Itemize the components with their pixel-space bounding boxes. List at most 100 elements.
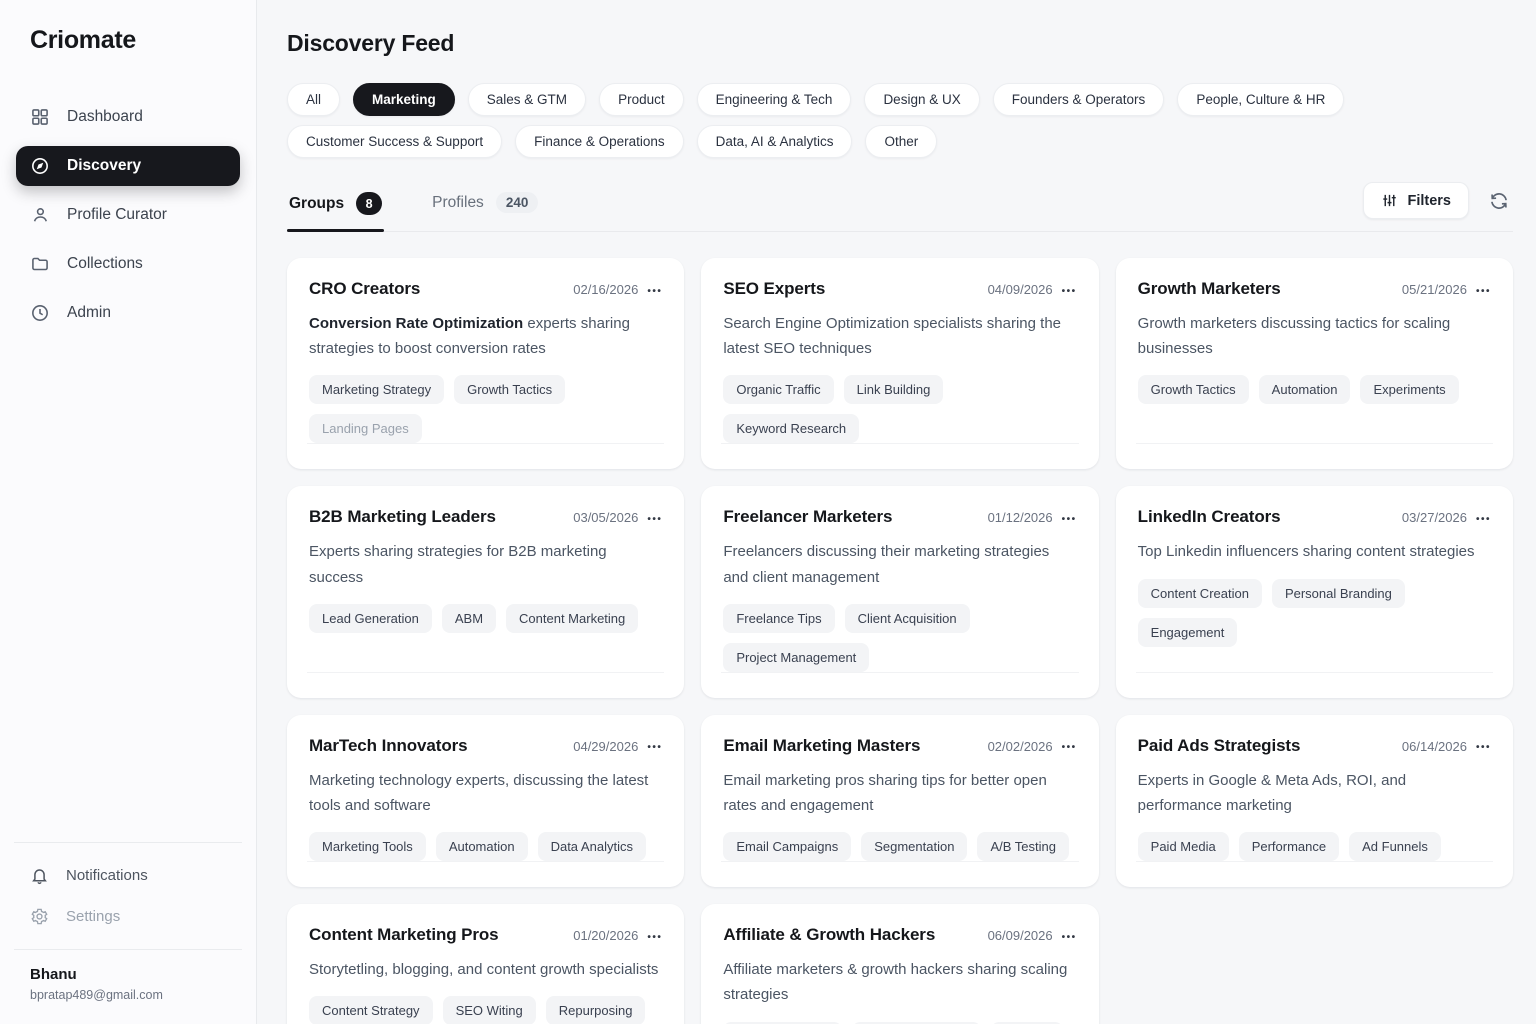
tag: Marketing Strategy	[309, 375, 444, 404]
tag: ABM	[442, 604, 496, 633]
sidebar-item-notifications[interactable]: Notifications	[16, 857, 240, 894]
filters-button[interactable]: Filters	[1363, 182, 1469, 219]
tag: Client Acquisition	[845, 604, 970, 633]
sidebar-item-collections[interactable]: Collections	[16, 244, 240, 284]
group-date: 02/02/2026	[988, 739, 1053, 754]
card-header: LinkedIn Creators 03/27/2026	[1138, 507, 1491, 527]
tag-list: Paid Media Performance Ad Funnels	[1138, 832, 1491, 861]
group-card[interactable]: LinkedIn Creators 03/27/2026 Top Linkedi…	[1116, 486, 1513, 697]
ellipsis-menu-icon[interactable]	[1062, 510, 1077, 526]
group-card[interactable]: Growth Marketers 05/21/2026 Growth marke…	[1116, 258, 1513, 469]
category-pill-people-culture-hr[interactable]: People, Culture & HR	[1177, 83, 1344, 116]
group-card[interactable]: Freelancer Marketers 01/12/2026 Freelanc…	[701, 486, 1098, 697]
tag-list: Lead Generation ABM Content Marketing	[309, 604, 662, 633]
tag: Freelance Tips	[723, 604, 834, 633]
category-pill-data-ai-analytics[interactable]: Data, AI & Analytics	[697, 125, 853, 158]
tag-list: Content Strategy SEO Witing Repurposing	[309, 996, 662, 1024]
category-pill-engineering-tech[interactable]: Engineering & Tech	[697, 83, 852, 116]
group-description: Storytetling, blogging, and content grow…	[309, 957, 662, 982]
category-pill-marketing[interactable]: Marketing	[353, 83, 455, 116]
group-card[interactable]: SEO Experts 04/09/2026 Search Engine Opt…	[701, 258, 1098, 469]
group-description: Marketing technology experts, discussing…	[309, 768, 662, 818]
category-filter-bar: All Marketing Sales & GTM Product Engine…	[287, 83, 1513, 158]
sidebar-item-label: Dashboard	[67, 108, 143, 126]
ellipsis-menu-icon[interactable]	[1476, 738, 1491, 754]
ellipsis-menu-icon[interactable]	[647, 738, 662, 754]
category-pill-customer-success[interactable]: Customer Success & Support	[287, 125, 502, 158]
sidebar-item-label: Discovery	[67, 157, 141, 175]
folder-icon	[30, 254, 50, 274]
tag: Data Analytics	[538, 832, 646, 861]
ellipsis-menu-icon[interactable]	[1062, 928, 1077, 944]
tag: Content Marketing	[506, 604, 638, 633]
group-card[interactable]: Affiliate & Growth Hackers 06/09/2026 Af…	[701, 904, 1098, 1024]
tag-list: Email Campaigns Segmentation A/B Testing	[723, 832, 1076, 861]
groups-grid: CRO Creators 02/16/2026 Conversion Rate …	[287, 258, 1513, 1024]
tab-profiles[interactable]: Profiles 240	[430, 186, 540, 229]
category-pill-other[interactable]: Other	[865, 125, 937, 158]
ellipsis-menu-icon[interactable]	[1062, 282, 1077, 298]
card-header: MarTech Innovators 04/29/2026	[309, 736, 662, 756]
tag-list: Freelance Tips Client Acquisition Projec…	[723, 604, 1076, 672]
group-date: 05/21/2026	[1402, 282, 1467, 297]
group-title: CRO Creators	[309, 279, 420, 299]
sliders-icon	[1381, 192, 1398, 209]
card-footer-divider	[307, 861, 664, 887]
tag-list: Growth Tactics Automation Experiments	[1138, 375, 1491, 404]
tag: Experiments	[1360, 375, 1458, 404]
bell-icon	[30, 866, 49, 885]
tag: Keyword Research	[723, 414, 859, 443]
sidebar-item-dashboard[interactable]: Dashboard	[16, 97, 240, 137]
group-title: B2B Marketing Leaders	[309, 507, 496, 527]
group-card[interactable]: CRO Creators 02/16/2026 Conversion Rate …	[287, 258, 684, 469]
group-description: Experts sharing strategies for B2B marke…	[309, 539, 662, 589]
group-date: 06/14/2026	[1402, 739, 1467, 754]
group-card[interactable]: Paid Ads Strategists 06/14/2026 Experts …	[1116, 715, 1513, 887]
group-date: 02/16/2026	[573, 282, 638, 297]
category-pill-design-ux[interactable]: Design & UX	[864, 83, 979, 116]
group-card[interactable]: B2B Marketing Leaders 03/05/2026 Experts…	[287, 486, 684, 697]
group-card[interactable]: Email Marketing Masters 02/02/2026 Email…	[701, 715, 1098, 887]
tag-list: Organic Traffic Link Building Keyword Re…	[723, 375, 1076, 443]
tag: Repurposing	[546, 996, 646, 1024]
group-date: 01/20/2026	[573, 928, 638, 943]
ellipsis-menu-icon[interactable]	[647, 928, 662, 944]
toolbar: Filters	[1363, 182, 1513, 219]
sidebar-item-label: Settings	[66, 908, 120, 925]
ellipsis-menu-icon[interactable]	[647, 510, 662, 526]
card-header: Content Marketing Pros 01/20/2026	[309, 925, 662, 945]
category-pill-founders-operators[interactable]: Founders & Operators	[993, 83, 1165, 116]
tag-list: Content Creation Personal Branding Engag…	[1138, 579, 1491, 647]
group-date: 04/09/2026	[988, 282, 1053, 297]
group-title: Growth Marketers	[1138, 279, 1281, 299]
group-date: 01/12/2026	[988, 510, 1053, 525]
sidebar-item-settings[interactable]: Settings	[16, 898, 240, 935]
group-card[interactable]: MarTech Innovators 04/29/2026 Marketing …	[287, 715, 684, 887]
sidebar-item-discovery[interactable]: Discovery	[16, 146, 240, 186]
category-pill-finance-operations[interactable]: Finance & Operations	[515, 125, 684, 158]
category-pill-sales-gtm[interactable]: Sales & GTM	[468, 83, 586, 116]
ellipsis-menu-icon[interactable]	[1062, 738, 1077, 754]
group-date: 06/09/2026	[988, 928, 1053, 943]
category-pill-all[interactable]: All	[287, 83, 340, 116]
group-title: MarTech Innovators	[309, 736, 467, 756]
tag: Project Management	[723, 643, 869, 672]
user-email: bpratap489@gmail.com	[30, 988, 226, 1002]
group-description: Experts in Google & Meta Ads, ROI, and p…	[1138, 768, 1491, 818]
category-pill-product[interactable]: Product	[599, 83, 684, 116]
sidebar-item-label: Admin	[67, 304, 111, 322]
ellipsis-menu-icon[interactable]	[1476, 282, 1491, 298]
dashboard-grid-icon	[30, 107, 50, 127]
group-card[interactable]: Content Marketing Pros 01/20/2026 Storyt…	[287, 904, 684, 1024]
ellipsis-menu-icon[interactable]	[1476, 510, 1491, 526]
tag: Segmentation	[861, 832, 967, 861]
sidebar-footer: Notifications Settings Bhanu bpratap489@…	[16, 842, 240, 1024]
main-content: Discovery Feed All Marketing Sales & GTM…	[257, 0, 1536, 1024]
tab-groups[interactable]: Groups 8	[287, 186, 384, 231]
sidebar-item-admin[interactable]: Admin	[16, 293, 240, 333]
sidebar-item-profile-curator[interactable]: Profile Curator	[16, 195, 240, 235]
refresh-icon[interactable]	[1485, 187, 1513, 215]
person-icon	[30, 205, 50, 225]
page-title: Discovery Feed	[287, 30, 1513, 57]
ellipsis-menu-icon[interactable]	[647, 282, 662, 298]
